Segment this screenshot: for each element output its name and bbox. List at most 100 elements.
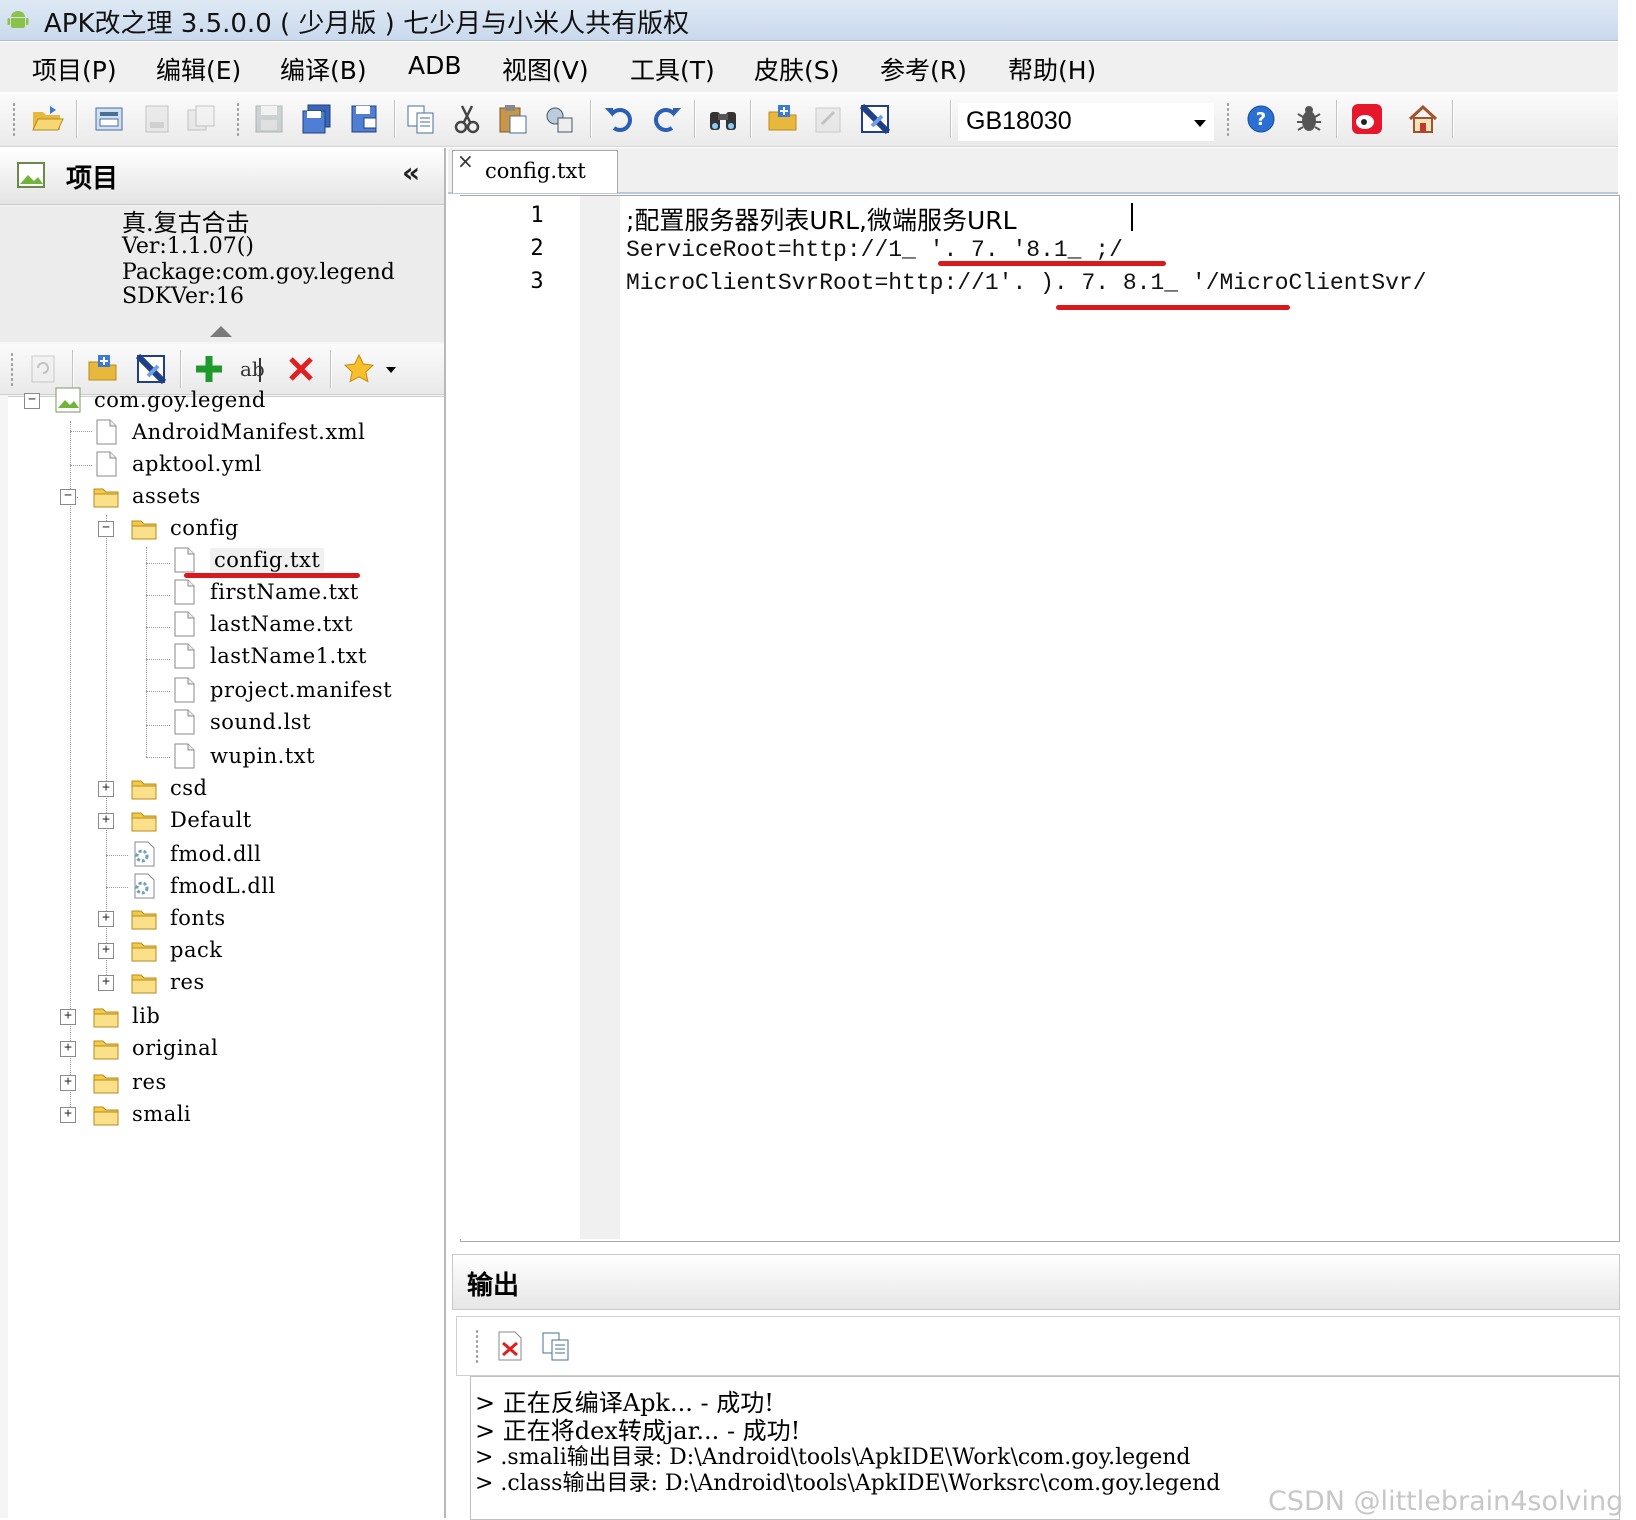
tab-label: config.txt bbox=[485, 159, 586, 183]
line-number-gutter bbox=[460, 196, 580, 1239]
home-icon[interactable] bbox=[1406, 102, 1440, 136]
collapse-toggle[interactable]: − bbox=[24, 393, 40, 409]
menu-bar: 项目(P) 编辑(E) 编译(B) ADB 视图(V) 工具(T) 皮肤(S) … bbox=[0, 42, 1618, 92]
bug-icon[interactable] bbox=[1292, 102, 1326, 136]
paste-icon[interactable] bbox=[496, 102, 530, 136]
sign-icon[interactable] bbox=[140, 102, 174, 136]
save-icon[interactable] bbox=[252, 102, 286, 136]
menu-skin[interactable]: 皮肤(S) bbox=[754, 51, 839, 87]
encoding-value: GB18030 bbox=[966, 107, 1072, 135]
tab-config-txt[interactable]: × config.txt bbox=[452, 149, 618, 193]
toolbar-grip[interactable] bbox=[12, 102, 16, 138]
add-icon[interactable] bbox=[192, 352, 226, 386]
menu-help[interactable]: 帮助(H) bbox=[1008, 51, 1096, 87]
rename-icon[interactable]: ab bbox=[238, 352, 272, 386]
screenshot-icon[interactable] bbox=[134, 352, 168, 386]
screenshot-icon[interactable] bbox=[858, 102, 892, 136]
project-tree: − com.goy.legend AndroidManifest.xml apk… bbox=[8, 387, 444, 1519]
file-icon bbox=[174, 579, 195, 605]
menu-view[interactable]: 视图(V) bbox=[502, 51, 589, 87]
output-toolbar bbox=[456, 1316, 1620, 1376]
folder-icon bbox=[131, 910, 157, 930]
menu-reference[interactable]: 参考(R) bbox=[880, 51, 967, 87]
project-panel-header: 项目 « bbox=[0, 148, 444, 205]
text-caret bbox=[1131, 203, 1133, 231]
expand-toggle[interactable]: + bbox=[98, 911, 114, 927]
save-as-icon[interactable] bbox=[348, 102, 382, 136]
file-icon bbox=[174, 709, 195, 735]
copy-icon[interactable] bbox=[404, 102, 438, 136]
refresh-icon[interactable] bbox=[26, 352, 60, 386]
copy-icon[interactable] bbox=[539, 1329, 573, 1363]
expand-toggle[interactable]: + bbox=[60, 1075, 76, 1091]
apk-version: Ver:1.1.07() bbox=[122, 234, 254, 259]
help-icon[interactable]: ? bbox=[1244, 102, 1278, 136]
expand-toggle[interactable]: + bbox=[60, 1041, 76, 1057]
collapse-panel-button[interactable]: « bbox=[402, 156, 420, 189]
dll-gear-icon bbox=[134, 841, 155, 867]
collapse-toggle[interactable]: − bbox=[98, 521, 114, 537]
weibo-icon[interactable] bbox=[1350, 102, 1384, 136]
log-line: > .class输出目录: D:\Android\tools\ApkIDE\Wo… bbox=[475, 1471, 1221, 1496]
install-icon[interactable] bbox=[184, 102, 218, 136]
open-explorer-icon[interactable] bbox=[766, 102, 800, 136]
edit-disabled-icon[interactable] bbox=[812, 102, 846, 136]
menu-build[interactable]: 编译(B) bbox=[280, 51, 367, 87]
file-icon bbox=[174, 643, 195, 669]
redo-icon[interactable] bbox=[650, 102, 684, 136]
favorite-star-icon[interactable] bbox=[342, 352, 376, 386]
open-folder-icon[interactable] bbox=[86, 352, 120, 386]
window-title: APK改之理 3.5.0.0 ( 少月版 ) 七少月与小米人共有版权 bbox=[44, 9, 690, 39]
dll-gear-icon bbox=[134, 873, 155, 899]
svg-text:?: ? bbox=[1256, 109, 1266, 130]
delete-icon[interactable] bbox=[284, 352, 318, 386]
fold-margin bbox=[580, 196, 620, 1239]
encoding-select[interactable]: GB18030 bbox=[958, 103, 1214, 141]
clear-log-icon[interactable] bbox=[493, 1329, 527, 1363]
line-number: 1 bbox=[530, 203, 544, 228]
splitter-up-icon[interactable] bbox=[210, 326, 232, 337]
expand-toggle[interactable]: + bbox=[60, 1107, 76, 1123]
build-icon[interactable] bbox=[92, 102, 126, 136]
annotation-underline bbox=[1056, 305, 1290, 310]
folder-icon bbox=[131, 812, 157, 832]
save-all-icon[interactable] bbox=[300, 102, 334, 136]
line-number: 3 bbox=[530, 269, 544, 294]
menu-project[interactable]: 项目(P) bbox=[32, 51, 117, 87]
menu-tools[interactable]: 工具(T) bbox=[630, 51, 715, 87]
expand-toggle[interactable]: + bbox=[98, 781, 114, 797]
expand-toggle[interactable]: + bbox=[98, 813, 114, 829]
watermark: CSDN @littlebrain4solving bbox=[1268, 1486, 1624, 1517]
expand-toggle[interactable]: + bbox=[98, 943, 114, 959]
code-editor[interactable] bbox=[460, 195, 1620, 1242]
expand-toggle[interactable]: + bbox=[98, 975, 114, 991]
folder-icon bbox=[131, 942, 157, 962]
code-line-3[interactable]: MicroClientSvrRoot=http://1'. ). 7. 8.1_… bbox=[626, 270, 1427, 296]
collapse-toggle[interactable]: − bbox=[60, 489, 76, 505]
main-toolbar: ? bbox=[0, 94, 1618, 147]
file-icon bbox=[174, 677, 195, 703]
open-folder-icon[interactable] bbox=[30, 102, 64, 136]
menu-adb[interactable]: ADB bbox=[408, 51, 462, 80]
menu-edit[interactable]: 编辑(E) bbox=[156, 51, 241, 87]
find-icon[interactable] bbox=[706, 102, 740, 136]
file-icon bbox=[174, 547, 195, 573]
code-line-2[interactable]: ServiceRoot=http://1_ '. 7. '8.1_ ;/ bbox=[626, 237, 1123, 263]
folder-icon bbox=[131, 520, 157, 540]
folder-icon bbox=[93, 1040, 119, 1060]
folder-icon bbox=[93, 1074, 119, 1094]
replace-icon[interactable] bbox=[542, 102, 576, 136]
folder-icon bbox=[131, 780, 157, 800]
android-icon bbox=[7, 11, 29, 28]
editor-tab-strip bbox=[448, 148, 1618, 194]
close-icon[interactable]: × bbox=[457, 149, 474, 173]
project-image-icon bbox=[17, 162, 45, 188]
chevron-down-icon[interactable] bbox=[1194, 120, 1206, 127]
output-title: 输出 bbox=[467, 1271, 520, 1301]
folder-icon bbox=[131, 974, 157, 994]
undo-icon[interactable] bbox=[602, 102, 636, 136]
code-line-1[interactable]: ;配置服务器列表URL,微端服务URL bbox=[626, 201, 1017, 237]
cut-icon[interactable] bbox=[450, 102, 484, 136]
expand-toggle[interactable]: + bbox=[60, 1009, 76, 1025]
chevron-down-icon[interactable] bbox=[386, 367, 396, 373]
